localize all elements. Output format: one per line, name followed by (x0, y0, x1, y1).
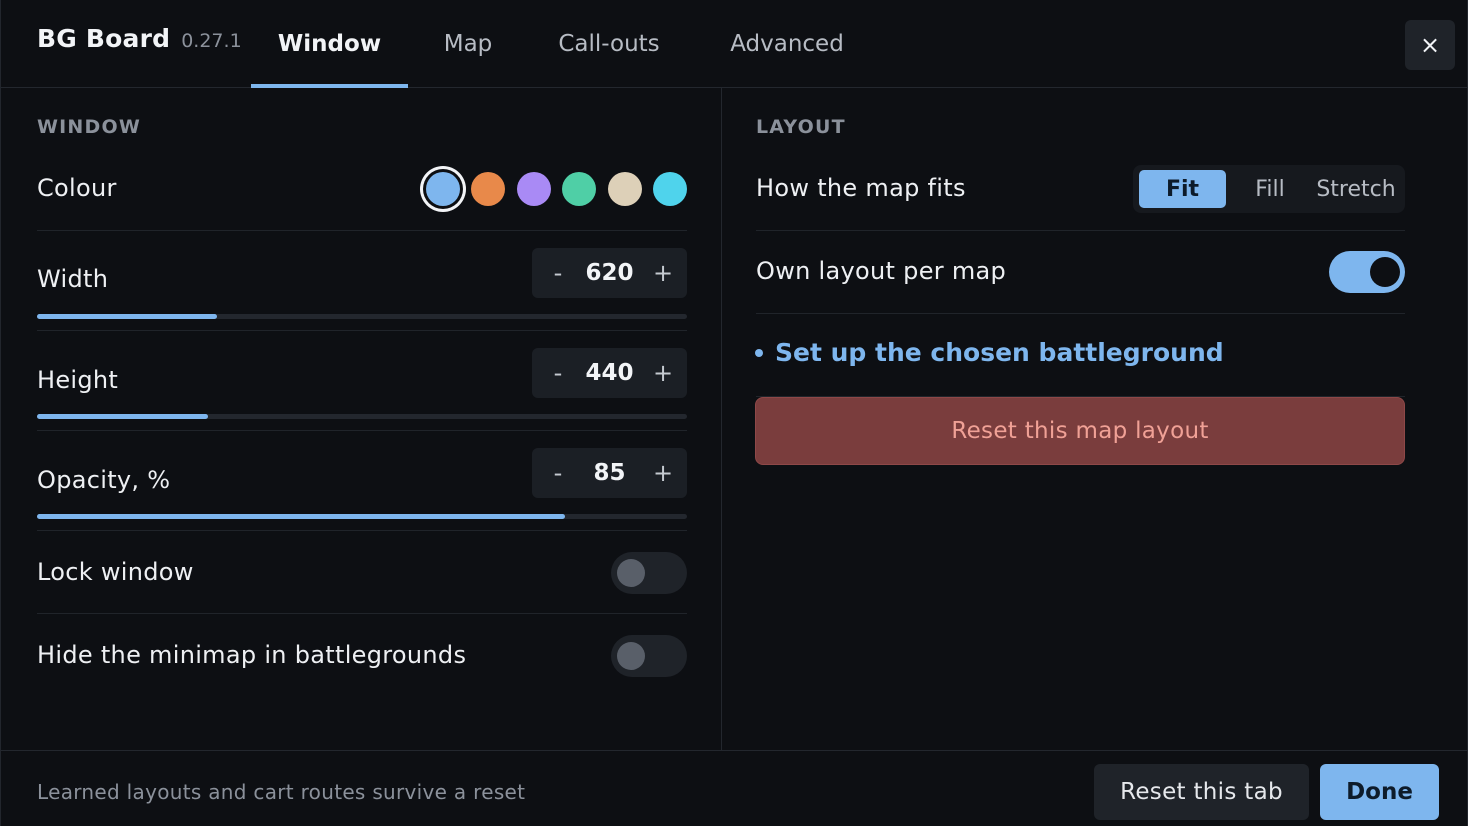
opacity-slider[interactable] (37, 514, 687, 519)
height-label: Height (37, 366, 119, 394)
toggle-knob (1370, 257, 1400, 287)
colour-swatch-green[interactable] (562, 172, 596, 206)
opacity-increment-button[interactable]: + (641, 448, 685, 498)
own-layout-label: Own layout per map (756, 257, 1007, 285)
tab-window[interactable]: Window (251, 0, 408, 88)
height-slider-fill (37, 414, 208, 419)
tab-call-outs[interactable]: Call-outs (537, 0, 681, 88)
map-fit-option-fit[interactable]: Fit (1139, 170, 1226, 208)
colour-swatch-blue[interactable] (426, 172, 460, 206)
tab-advanced[interactable]: Advanced (709, 0, 865, 88)
hide-minimap-toggle[interactable] (611, 635, 687, 677)
height-stepper: - 440 + (532, 348, 687, 398)
opacity-label: Opacity, % (37, 466, 171, 494)
dialog-header: BG Board 0.27.1 Window Map Call-outs Adv… (1, 0, 1468, 88)
bullet-dot (755, 348, 763, 357)
close-icon: × (1419, 31, 1441, 59)
map-fit-option-stretch[interactable]: Stretch (1312, 170, 1400, 208)
height-increment-button[interactable]: + (641, 348, 685, 398)
height-decrement-button[interactable]: - (536, 348, 580, 398)
map-fit-label: How the map fits (756, 174, 966, 202)
divider (37, 613, 687, 614)
colour-label: Colour (37, 174, 117, 202)
height-slider[interactable] (37, 414, 687, 419)
width-slider-fill (37, 314, 218, 319)
divider (37, 430, 687, 431)
reset-tab-button[interactable]: Reset this tab (1094, 764, 1309, 820)
lock-window-toggle[interactable] (611, 552, 687, 594)
width-slider[interactable] (37, 314, 687, 319)
height-value[interactable]: 440 (576, 348, 643, 398)
done-button[interactable]: Done (1320, 764, 1439, 820)
setup-battleground-link[interactable]: Set up the chosen battleground (755, 338, 1224, 367)
dialog-footer: Learned layouts and cart routes survive … (1, 750, 1468, 826)
width-stepper: - 620 + (532, 248, 687, 298)
settings-dialog: BG Board 0.27.1 Window Map Call-outs Adv… (0, 0, 1468, 826)
setup-battleground-link-label: Set up the chosen battleground (775, 338, 1224, 367)
divider (756, 230, 1405, 231)
app-name: BG Board (37, 24, 171, 53)
divider (37, 330, 687, 331)
width-label: Width (37, 265, 109, 293)
divider (37, 230, 687, 231)
colour-swatch-purple[interactable] (517, 172, 551, 206)
divider (756, 313, 1405, 314)
opacity-stepper: - 85 + (532, 448, 687, 498)
toggle-knob (617, 642, 645, 670)
window-section-title: WINDOW (37, 116, 142, 138)
map-fit-segmented-control: Fit Fill Stretch (1133, 165, 1405, 213)
own-layout-toggle[interactable] (1329, 251, 1405, 293)
colour-swatch-beige[interactable] (608, 172, 642, 206)
opacity-decrement-button[interactable]: - (536, 448, 580, 498)
colour-swatch-orange[interactable] (471, 172, 505, 206)
divider (37, 530, 687, 531)
footer-note: Learned layouts and cart routes survive … (37, 780, 526, 804)
opacity-value[interactable]: 85 (576, 448, 643, 498)
layout-section-title: LAYOUT (756, 116, 846, 138)
reset-map-layout-button[interactable]: Reset this map layout (755, 397, 1405, 465)
column-divider (721, 88, 722, 750)
width-value[interactable]: 620 (576, 248, 643, 298)
toggle-knob (617, 559, 645, 587)
width-increment-button[interactable]: + (641, 248, 685, 298)
tab-map[interactable]: Map (425, 0, 511, 88)
opacity-slider-fill (37, 514, 565, 519)
width-decrement-button[interactable]: - (536, 248, 580, 298)
app-version: 0.27.1 (181, 30, 242, 52)
colour-swatch-cyan[interactable] (653, 172, 687, 206)
hide-minimap-label: Hide the minimap in battlegrounds (37, 641, 467, 669)
map-fit-option-fill[interactable]: Fill (1230, 170, 1310, 208)
brand: BG Board 0.27.1 (37, 24, 242, 53)
close-button[interactable]: × (1405, 20, 1455, 70)
lock-window-label: Lock window (37, 558, 194, 586)
